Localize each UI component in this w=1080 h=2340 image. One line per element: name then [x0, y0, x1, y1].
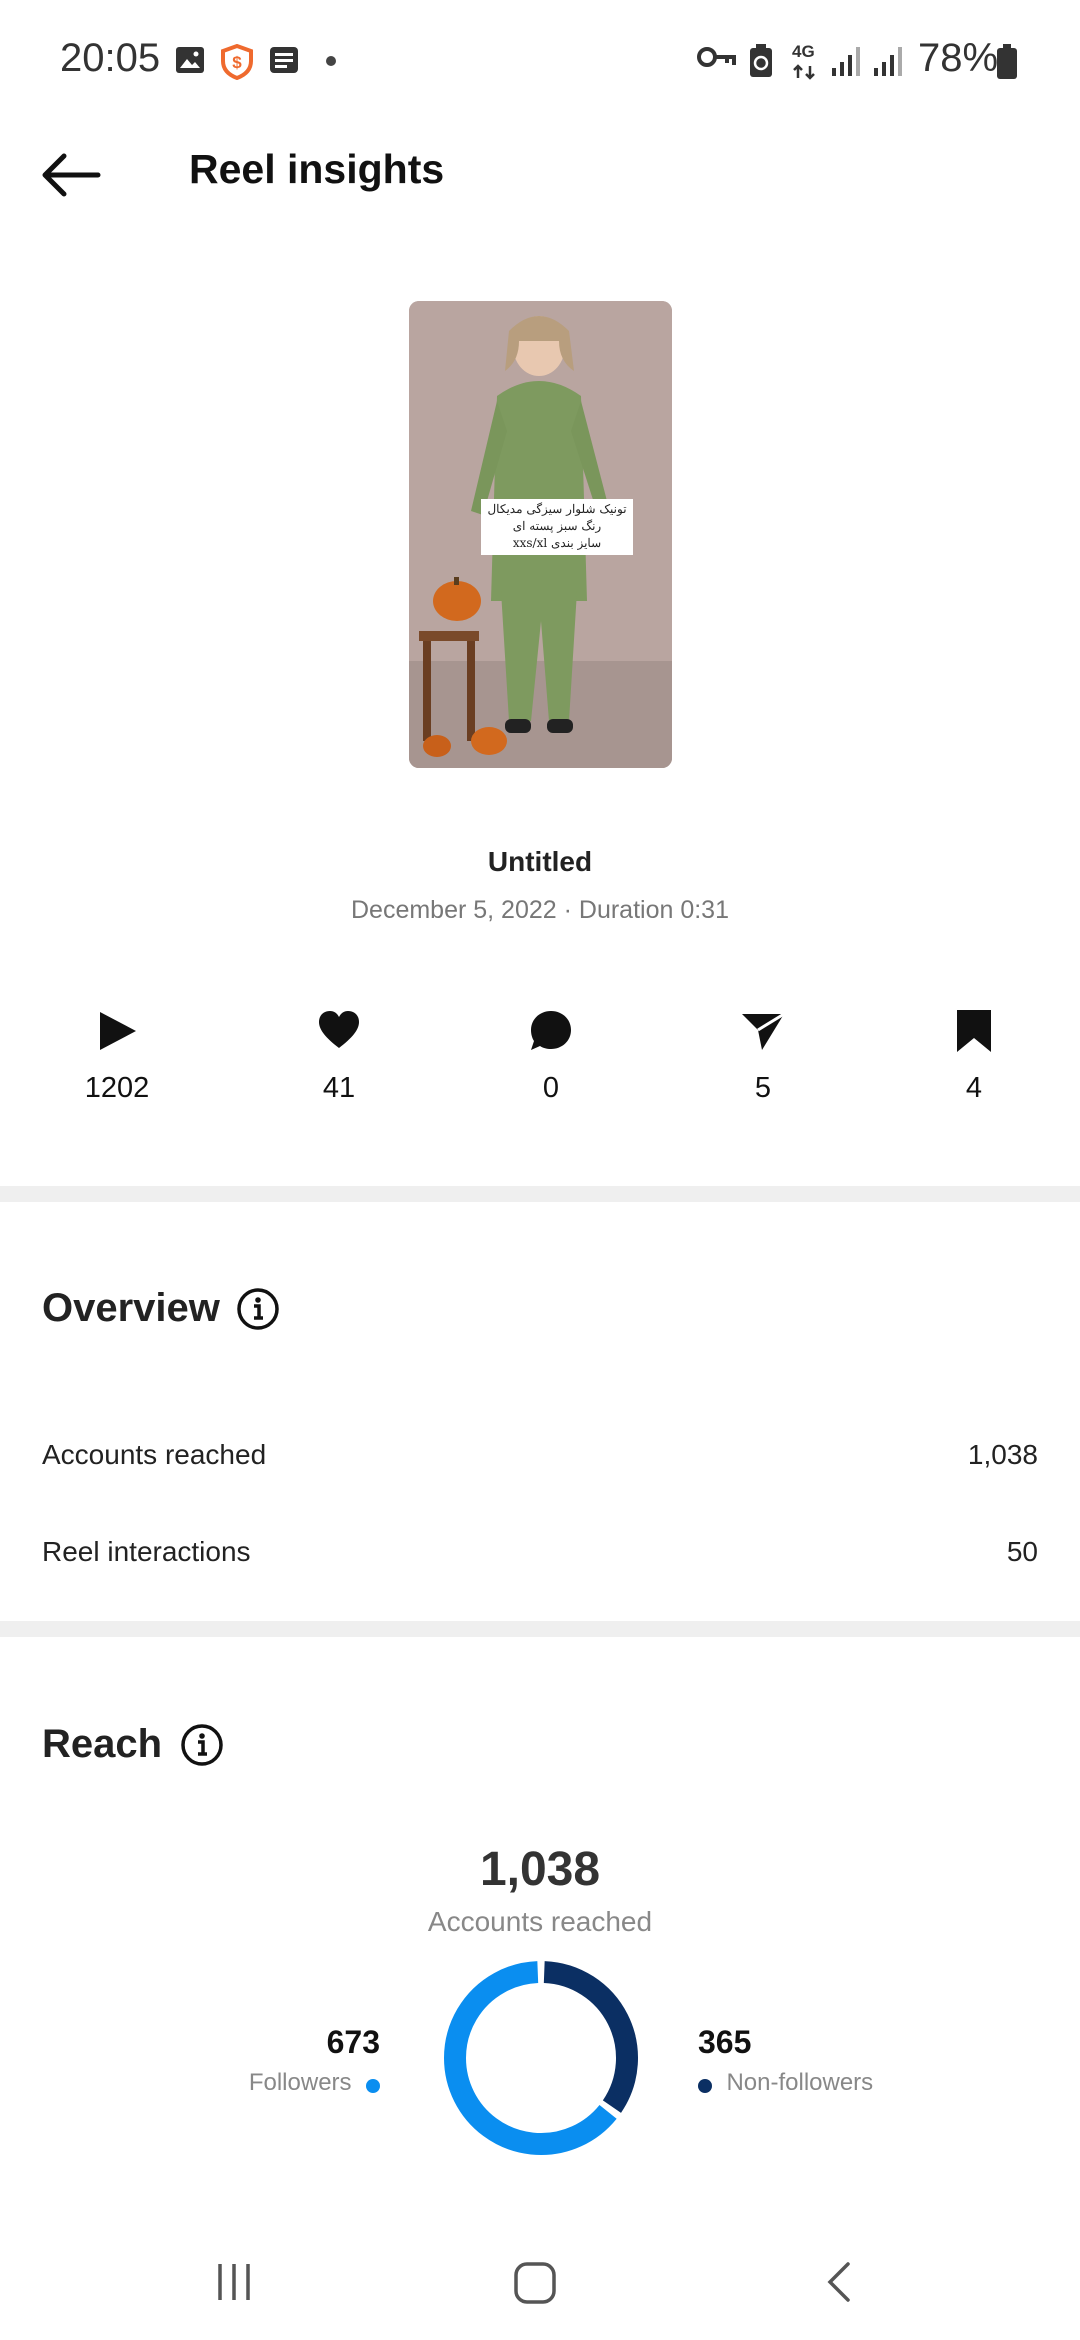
- caption-line: رنگ سبز پسته ای: [512, 519, 602, 533]
- accounts-reached-label: Accounts reached: [42, 1439, 267, 1470]
- reel-title: Untitled: [487, 846, 593, 877]
- recent-apps-icon[interactable]: [212, 2260, 256, 2304]
- divider: [0, 1186, 1080, 1202]
- followers-label: Followers: [248, 2069, 352, 2096]
- caption-line: تونیک شلوار سیزگی مدیکال: [487, 502, 627, 516]
- battery-icon: [997, 44, 1017, 79]
- vpn-key-icon: [697, 47, 736, 67]
- page-title: Reel insights: [189, 146, 445, 192]
- reel-interactions-value: 50: [1006, 1536, 1038, 1567]
- reel-meta: December 5, 2022 · Duration 0:31: [351, 896, 729, 924]
- dot-icon: [326, 56, 336, 66]
- status-bar: 20:05 $ 4G 78%: [0, 0, 1080, 130]
- divider: [0, 1621, 1080, 1637]
- heart-icon: [319, 1011, 359, 1048]
- metric-saves: 4: [874, 1008, 1074, 1118]
- non-followers-dot: [698, 2078, 712, 2093]
- reel-thumbnail[interactable]: تونیک شلوار سیزگی مدیکال رنگ سبز پسته ای…: [409, 301, 672, 768]
- reach-total: 1,038: [479, 1843, 601, 1896]
- signal-icon: [832, 47, 860, 76]
- saves-count: 4: [965, 1072, 983, 1104]
- non-followers-label: Non-followers: [726, 2069, 874, 2096]
- info-icon[interactable]: [236, 1287, 280, 1331]
- reach-donut-chart: [444, 1961, 638, 2155]
- info-icon[interactable]: [180, 1723, 224, 1767]
- back-button[interactable]: [36, 140, 116, 210]
- data-arrows-icon: [793, 64, 815, 80]
- svg-text:$: $: [232, 53, 242, 72]
- gallery-icon: [176, 47, 204, 73]
- network-type: 4G: [792, 42, 815, 61]
- plays-count: 1202: [84, 1072, 150, 1104]
- non-followers-value: 365: [698, 2024, 752, 2060]
- status-time: 20:05: [60, 36, 161, 80]
- battery-percent: 78%: [918, 36, 999, 80]
- donut-slice-followers: [444, 1961, 617, 2155]
- shield-app-icon: $: [221, 44, 253, 80]
- comment-icon: [531, 1011, 571, 1050]
- donut-slice-non-followers: [543, 1961, 638, 2113]
- comments-count: 0: [542, 1072, 560, 1104]
- battery-saver-icon: [750, 44, 772, 77]
- news-icon: [270, 47, 298, 73]
- followers-value: 673: [326, 2024, 380, 2060]
- reel-interactions-label: Reel interactions: [42, 1536, 251, 1567]
- metric-likes: 41: [239, 1008, 439, 1118]
- caption-line: سایز بندی xxs/xl: [512, 536, 602, 550]
- followers-dot: [366, 2078, 380, 2093]
- reach-total-label: Accounts reached: [427, 1906, 653, 1937]
- send-icon: [742, 1012, 785, 1050]
- metric-shares: 5: [663, 1008, 863, 1118]
- play-icon: [100, 1012, 136, 1050]
- arrow-left-icon: [42, 153, 101, 197]
- bookmark-icon: [957, 1010, 991, 1052]
- reel-caption: تونیک شلوار سیزگی مدیکال رنگ سبز پسته ای…: [481, 499, 633, 557]
- system-nav-bar: [0, 2230, 1080, 2340]
- metric-plays: 1202: [17, 1008, 217, 1118]
- overview-title: Overview: [42, 1286, 220, 1330]
- followers-legend: 673 Followers: [200, 2024, 380, 2097]
- reach-title: Reach: [42, 1722, 163, 1766]
- non-followers-legend: 365 Non-followers: [698, 2024, 918, 2097]
- metric-comments: 0: [451, 1008, 651, 1118]
- back-nav-icon[interactable]: [818, 2260, 862, 2304]
- shares-count: 5: [754, 1072, 772, 1104]
- home-icon[interactable]: [512, 2260, 558, 2306]
- accounts-reached-value: 1,038: [967, 1439, 1038, 1470]
- signal-icon: [874, 47, 902, 76]
- likes-count: 41: [322, 1072, 356, 1104]
